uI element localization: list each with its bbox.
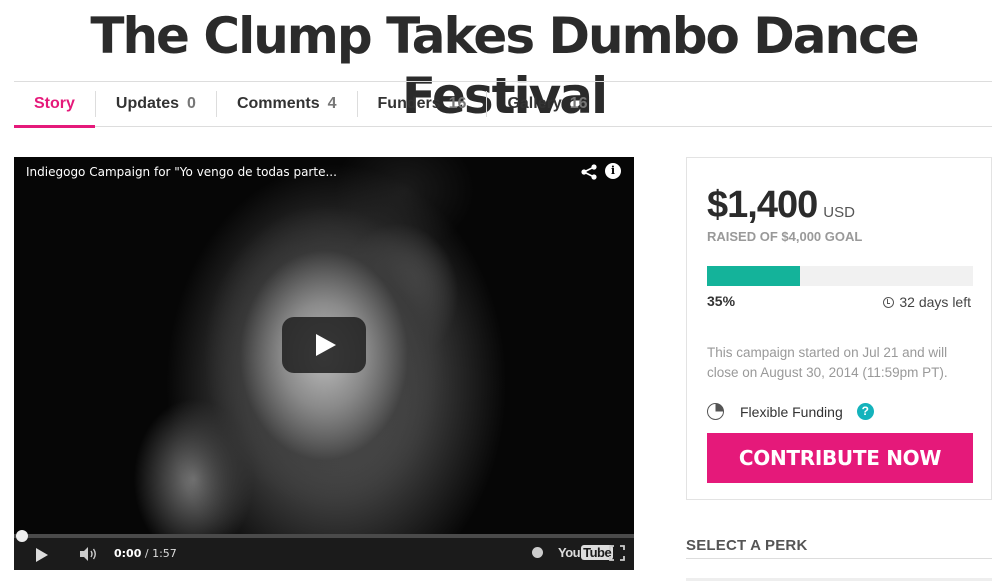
funding-type-label: Flexible Funding — [740, 403, 843, 420]
video-progress[interactable] — [14, 530, 634, 542]
currency-label: USD — [823, 204, 855, 221]
days-left: 32 days left — [883, 294, 971, 310]
youtube-logo[interactable]: You Tube — [558, 545, 614, 560]
volume-icon[interactable] — [78, 546, 98, 562]
fullscreen-icon[interactable] — [609, 545, 625, 561]
raised-amount: $1,400 USD — [707, 184, 855, 227]
video-time: 0:00 / 1:57 — [114, 547, 177, 560]
tab-label: Funders — [377, 95, 441, 112]
watch-later-icon[interactable] — [532, 547, 543, 558]
tab-count: 4 — [327, 95, 337, 112]
select-perk-heading: SELECT A PERK — [686, 537, 808, 554]
funding-panel: $1,400 USD RAISED OF $4,000 GOAL 35% 32 … — [686, 157, 992, 500]
play-icon — [316, 334, 336, 356]
video-controls: 0:00 / 1:57 You Tube — [14, 530, 634, 570]
funding-progress-fill — [707, 266, 801, 286]
campaign-dates-note: This campaign started on Jul 21 and will… — [707, 345, 948, 380]
scrubber-handle[interactable] — [16, 530, 28, 542]
tab-count: 0 — [187, 95, 196, 112]
tab-funders[interactable]: Funders 16 — [358, 82, 487, 126]
tab-comments[interactable]: Comments 4 — [217, 82, 357, 126]
amount-value: $1,400 — [707, 184, 818, 226]
tab-count: 16 — [569, 95, 588, 112]
divider — [686, 558, 992, 559]
percent-funded: 35% — [707, 293, 736, 309]
time-current: 0:00 — [114, 547, 142, 560]
funding-progress-bar — [707, 266, 973, 286]
video-title[interactable]: Indiegogo Campaign for "Yo vengo de toda… — [26, 165, 337, 179]
contribute-now-button[interactable]: CONTRIBUTE NOW — [707, 433, 973, 483]
video-player[interactable]: Indiegogo Campaign for "Yo vengo de toda… — [14, 157, 634, 570]
play-icon[interactable] — [36, 548, 48, 562]
tab-gallery[interactable]: Gallery 16 — [487, 82, 607, 126]
pie-chart-icon — [707, 403, 724, 420]
clock-icon — [883, 296, 895, 308]
tab-label: Gallery — [507, 95, 562, 112]
days-left-text: 32 days left — [899, 294, 971, 310]
share-icon[interactable] — [580, 163, 598, 181]
tab-updates[interactable]: Updates 0 — [96, 82, 216, 126]
tab-label: Updates — [115, 95, 180, 112]
play-button[interactable] — [282, 317, 366, 373]
youtube-logo-you: You — [558, 545, 581, 560]
time-total: / 1:57 — [144, 547, 177, 560]
campaign-tabs: Story Updates 0 Comments 4 Funders 16 Ga… — [14, 81, 992, 128]
funding-type: Flexible Funding ? — [707, 403, 874, 420]
tab-story[interactable]: Story — [14, 82, 95, 128]
tab-label: Story — [34, 95, 75, 112]
tab-count: 16 — [448, 95, 467, 112]
help-icon[interactable]: ? — [856, 403, 874, 420]
goal-text: RAISED OF $4,000 GOAL — [707, 229, 863, 244]
tab-label: Comments — [236, 95, 320, 112]
info-icon[interactable]: i — [605, 163, 621, 179]
